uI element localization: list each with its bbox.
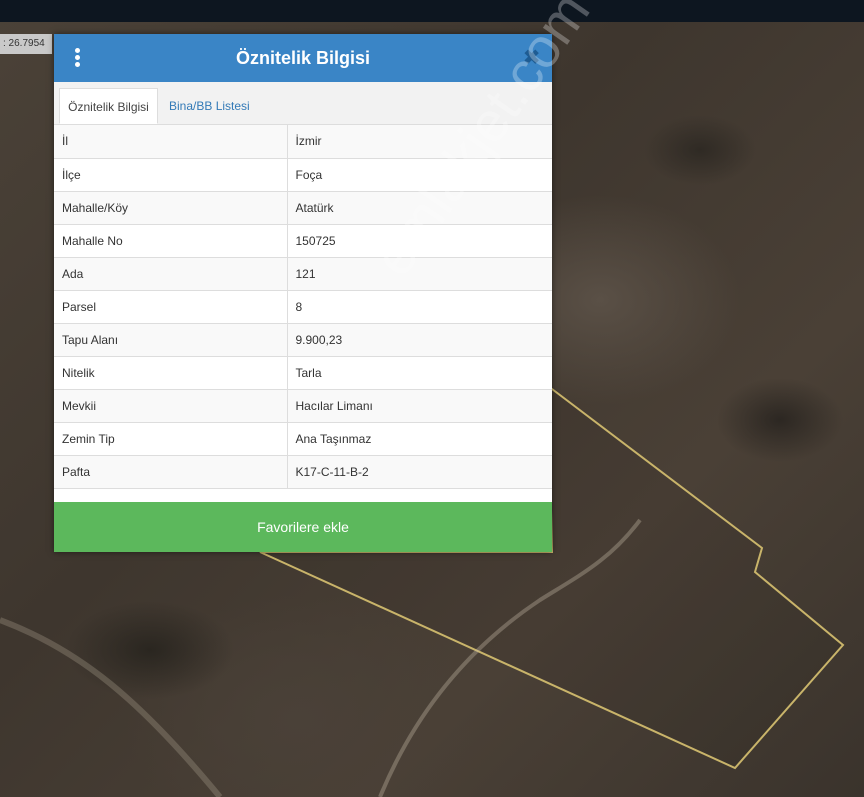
- table-row: Pafta K17-C-11-B-2: [54, 455, 552, 489]
- row-value: 9.900,23: [287, 323, 552, 357]
- table-row: Zemin Tip Ana Taşınmaz: [54, 422, 552, 456]
- tab-attribute-info[interactable]: Öznitelik Bilgisi: [59, 88, 158, 124]
- row-key: Nitelik: [54, 356, 288, 390]
- row-key: Zemin Tip: [54, 422, 288, 456]
- table-row: Parsel 8: [54, 290, 552, 324]
- attribute-table: İl İzmir İlçe Foça Mahalle/Köy Atatürk Maha…: [54, 125, 552, 489]
- table-row: İl İzmir: [54, 125, 552, 159]
- dialog-header: Öznitelik Bilgisi ✖: [54, 34, 552, 82]
- row-key: Mahalle/Köy: [54, 191, 288, 225]
- table-row: Mahalle/Köy Atatürk: [54, 191, 552, 225]
- row-key: Ada: [54, 257, 288, 291]
- tab-building-list[interactable]: Bina/BB Listesi: [161, 88, 258, 124]
- row-key: Pafta: [54, 455, 288, 489]
- row-key: İl: [54, 125, 288, 159]
- top-bar: [0, 0, 864, 22]
- row-value: 8: [287, 290, 552, 324]
- row-value: Hacılar Limanı: [287, 389, 552, 423]
- table-row: Mahalle No 150725: [54, 224, 552, 258]
- dialog-title: Öznitelik Bilgisi: [235, 48, 371, 68]
- table-row: Nitelik Tarla: [54, 356, 552, 390]
- close-icon[interactable]: ✖: [523, 46, 540, 70]
- row-value: Foça: [287, 158, 552, 192]
- row-key: Tapu Alanı: [54, 323, 288, 357]
- coordinate-readout: : 26.7954: [0, 34, 52, 54]
- add-to-favorites-button[interactable]: Favorilere ekle: [54, 502, 552, 552]
- row-key: İlçe: [54, 158, 288, 192]
- table-row: Tapu Alanı 9.900,23: [54, 323, 552, 357]
- table-row: İlçe Foça: [54, 158, 552, 192]
- row-value: K17-C-11-B-2: [287, 455, 552, 489]
- table-row: Mevkii Hacılar Limanı: [54, 389, 552, 423]
- row-value: 150725: [287, 224, 552, 258]
- row-value: Atatürk: [287, 191, 552, 225]
- attribute-dialog: Öznitelik Bilgisi ✖ Öznitelik Bilgisi Bi…: [54, 34, 552, 552]
- row-value: Tarla: [287, 356, 552, 390]
- row-key: Parsel: [54, 290, 288, 324]
- row-key: Mahalle No: [54, 224, 288, 258]
- row-value: İzmir: [287, 125, 552, 159]
- row-value: Ana Taşınmaz: [287, 422, 552, 456]
- row-key: Mevkii: [54, 389, 288, 423]
- tab-bar: Öznitelik Bilgisi Bina/BB Listesi: [54, 82, 552, 125]
- row-value: 121: [287, 257, 552, 291]
- table-row: Ada 121: [54, 257, 552, 291]
